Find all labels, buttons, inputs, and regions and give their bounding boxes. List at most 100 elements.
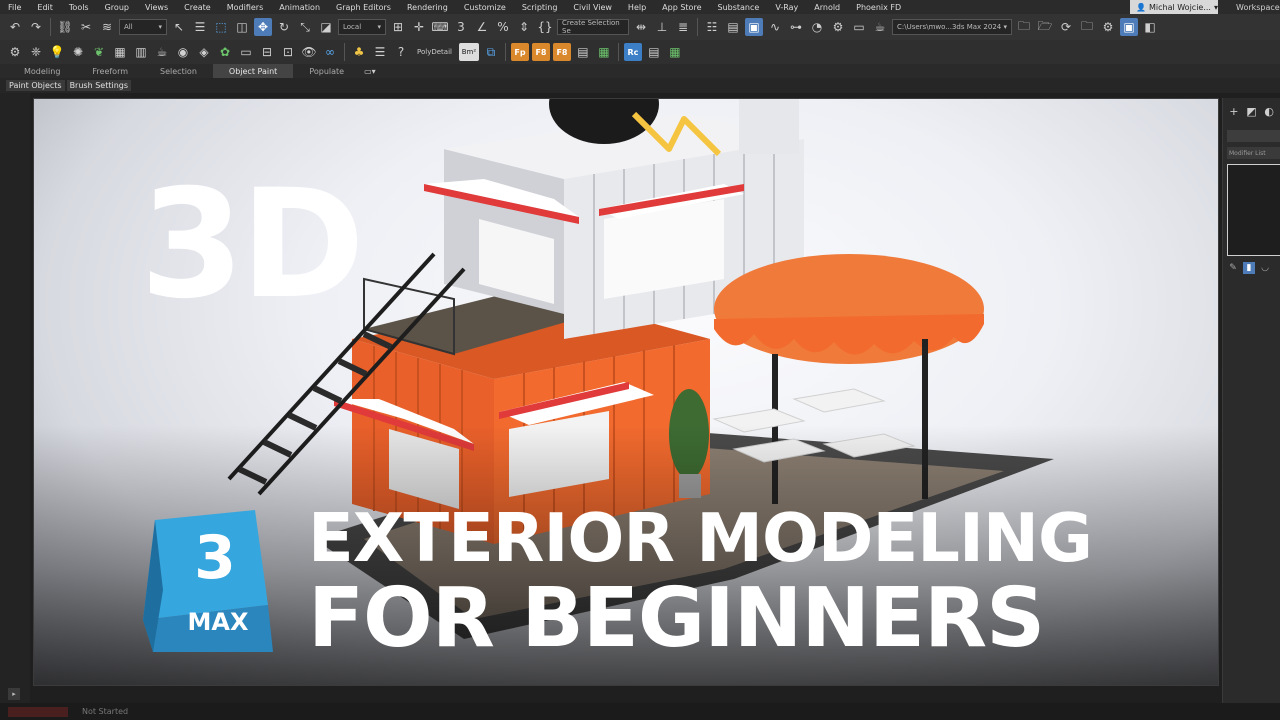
align-icon[interactable]: ⊥ [653, 18, 671, 36]
maxscript-listener[interactable] [8, 706, 68, 717]
show-end-result-icon[interactable]: ▮ [1243, 262, 1255, 274]
menu-file[interactable]: File [0, 3, 29, 12]
brush-settings-button[interactable]: Brush Settings [66, 80, 132, 91]
project-path-select[interactable]: C:\Users\mwo...3ds Max 2024 ▾ [892, 19, 1012, 35]
modifier-stack[interactable] [1227, 164, 1280, 256]
render-icon[interactable]: ☕ [871, 18, 889, 36]
menu-arnold[interactable]: Arnold [806, 3, 848, 12]
named-selection-sets-select[interactable]: Create Selection Se [557, 19, 629, 35]
sheet-icon[interactable]: ▦ [595, 43, 613, 61]
user-account-dropdown[interactable]: 👤 Michal Wojcie... ▾ [1130, 0, 1218, 14]
create-tab-icon[interactable]: + [1227, 104, 1241, 118]
move-icon[interactable]: ✥ [254, 18, 272, 36]
rect-selection-icon[interactable]: ⬚ [212, 18, 230, 36]
hierarchy-tab-icon[interactable]: ◐ [1262, 104, 1276, 118]
workspaces-label[interactable]: Workspaces [1236, 0, 1280, 14]
menu-help[interactable]: Help [620, 3, 654, 12]
undo-icon[interactable]: ↶ [6, 18, 24, 36]
menu-animation[interactable]: Animation [271, 3, 328, 12]
menu-customize[interactable]: Customize [456, 3, 514, 12]
forest-icon[interactable]: ♣ [350, 43, 368, 61]
light-bulb-icon[interactable]: 💡 [48, 43, 66, 61]
paint-objects-button[interactable]: Paint Objects [6, 80, 65, 91]
render-elements-icon[interactable]: ❈ [27, 43, 45, 61]
menu-civil-view[interactable]: Civil View [565, 3, 620, 12]
ribbon-options-icon[interactable]: ▭▾ [364, 67, 376, 76]
menu-group[interactable]: Group [97, 3, 137, 12]
teapot-icon[interactable]: ☕ [153, 43, 171, 61]
keyboard-shortcut-icon[interactable]: ⌨ [431, 18, 449, 36]
pivot-center-icon[interactable]: ⊞ [389, 18, 407, 36]
folder-open-icon[interactable]: 🗁 [1036, 18, 1054, 36]
menu-vray[interactable]: V-Ray [767, 3, 806, 12]
toggle-ribbon-icon[interactable]: ▣ [745, 18, 763, 36]
menu-phoenix-fd[interactable]: Phoenix FD [848, 3, 909, 12]
modify-tab-icon[interactable]: ◩ [1245, 104, 1259, 118]
table-icon[interactable]: ▤ [574, 43, 592, 61]
menu-modifiers[interactable]: Modifiers [219, 3, 272, 12]
mirror-icon[interactable]: ⇹ [632, 18, 650, 36]
select-manipulate-icon[interactable]: ✛ [410, 18, 428, 36]
folder-browse-icon[interactable]: 🗀 [1078, 18, 1096, 36]
list-icon[interactable]: ▤ [645, 43, 663, 61]
menu-views[interactable]: Views [137, 3, 176, 12]
rendered-frame-icon[interactable]: ▭ [850, 18, 868, 36]
expand-arrow-icon[interactable]: ▸ [8, 688, 20, 700]
link-icon[interactable]: ⛓ [56, 18, 74, 36]
frame-buffer-icon[interactable]: ▥ [132, 43, 150, 61]
align-surface-icon[interactable]: ≣ [674, 18, 692, 36]
viewport-layout-icon[interactable]: ◧ [1141, 18, 1159, 36]
proxy-icon[interactable]: ◈ [195, 43, 213, 61]
sun-icon[interactable]: ✺ [69, 43, 87, 61]
reference-coordinate-select[interactable]: Local ▾ [338, 19, 386, 35]
selection-filter-select[interactable]: All ▾ [119, 19, 167, 35]
menu-tools[interactable]: Tools [61, 3, 97, 12]
material-icon[interactable]: ◉ [174, 43, 192, 61]
menu-scripting[interactable]: Scripting [514, 3, 566, 12]
tab-populate[interactable]: Populate [293, 64, 360, 78]
tab-freeform[interactable]: Freeform [76, 64, 144, 78]
plant-icon[interactable]: ❦ [90, 43, 108, 61]
menu-app-store[interactable]: App Store [654, 3, 709, 12]
material-editor-icon[interactable]: ◔ [808, 18, 826, 36]
tab-object-paint[interactable]: Object Paint [212, 64, 294, 78]
eye-icon[interactable]: 👁 [300, 43, 318, 61]
fur-icon[interactable]: ✿ [216, 43, 234, 61]
decal-icon[interactable]: ⊡ [279, 43, 297, 61]
forest-list-icon[interactable]: ☰ [371, 43, 389, 61]
spinner-snap-icon[interactable]: ⇕ [515, 18, 533, 36]
frame-icon[interactable]: ⧉ [482, 43, 500, 61]
rotate-icon[interactable]: ↻ [275, 18, 293, 36]
sheet-alt-icon[interactable]: ▦ [666, 43, 684, 61]
redo-icon[interactable]: ↷ [27, 18, 45, 36]
folder-icon[interactable]: 🗀 [1015, 18, 1033, 36]
placement-icon[interactable]: ◪ [317, 18, 335, 36]
link-chain-icon[interactable]: ∞ [321, 43, 339, 61]
snaps-toggle-icon[interactable]: 3 [452, 18, 470, 36]
menu-graph-editors[interactable]: Graph Editors [328, 3, 399, 12]
camera-icon[interactable]: ▭ [237, 43, 255, 61]
menu-create[interactable]: Create [176, 3, 219, 12]
unlink-icon[interactable]: ✂ [77, 18, 95, 36]
gear-icon[interactable]: ⚙ [6, 43, 24, 61]
layer-explorer-icon[interactable]: ▤ [724, 18, 742, 36]
folder-sync-icon[interactable]: ⟳ [1057, 18, 1075, 36]
edit-named-selection-icon[interactable]: {} [536, 18, 554, 36]
help-icon[interactable]: ? [392, 43, 410, 61]
folder-settings-icon[interactable]: ⚙ [1099, 18, 1117, 36]
menu-substance[interactable]: Substance [710, 3, 768, 12]
percent-snap-icon[interactable]: % [494, 18, 512, 36]
menu-edit[interactable]: Edit [29, 3, 61, 12]
pin-stack-icon[interactable]: ✎ [1227, 262, 1239, 274]
window-crossing-icon[interactable]: ◫ [233, 18, 251, 36]
select-by-name-icon[interactable]: ☰ [191, 18, 209, 36]
object-name-field[interactable] [1227, 130, 1280, 142]
bind-space-warp-icon[interactable]: ≋ [98, 18, 116, 36]
curve-editor-icon[interactable]: ∿ [766, 18, 784, 36]
bitmap-button[interactable]: Bm² [458, 43, 479, 61]
f8-button[interactable]: F8 [531, 43, 550, 61]
scene-explorer-icon[interactable]: ☷ [703, 18, 721, 36]
fp-button[interactable]: Fp [510, 43, 529, 61]
make-unique-icon[interactable]: ◡ [1259, 262, 1271, 274]
select-object-icon[interactable]: ↖ [170, 18, 188, 36]
